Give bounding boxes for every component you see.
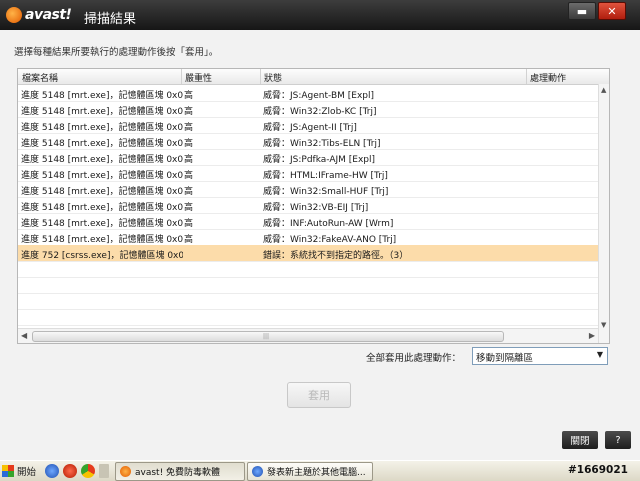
cell-status: 威脅：JS:Agent-II [Trj] <box>263 123 357 133</box>
avast-logo-text: avast! <box>25 7 72 23</box>
scroll-down-icon[interactable]: ▼ <box>601 321 606 329</box>
start-button[interactable]: 開始 <box>2 463 36 479</box>
avast-logo: avast! <box>6 7 72 23</box>
title-bar: avast! 掃描結果 ▬ ✕ <box>0 0 640 30</box>
avast-icon <box>120 466 131 477</box>
cell-status: 威脅：Win32:VB-EIJ [Trj] <box>263 203 369 213</box>
cell-severity: 高 <box>184 203 194 213</box>
cell-filename: 進度 5148 [mrt.exe]，記憶體區塊 0x00 <box>21 91 183 101</box>
cell-status: 威脅：JS:Pdfka-AJM [Expl] <box>263 155 376 165</box>
chevron-down-icon: ▼ <box>596 350 603 359</box>
cell-status: 威脅：Win32:Tibs-ELN [Trj] <box>263 139 381 149</box>
cell-severity: 高 <box>184 139 194 149</box>
scroll-left-icon[interactable]: ◀ <box>21 331 27 340</box>
help-button[interactable]: ? <box>605 431 631 449</box>
cell-filename: 進度 5148 [mrt.exe]，記憶體區塊 0x00 <box>21 203 183 213</box>
grip-icon: ||| <box>263 333 270 340</box>
cell-filename: 進度 752 [csrss.exe]，記憶體區塊 0x00 <box>21 251 183 261</box>
empty-row <box>18 277 598 294</box>
empty-row <box>18 293 598 310</box>
cell-filename: 進度 5148 [mrt.exe]，記憶體區塊 0x00 <box>21 155 183 165</box>
cell-status: 威脅：INF:AutoRun-AW [Wrm] <box>263 219 394 229</box>
scan-results-window: avast! 掃描結果 ▬ ✕ 選擇每種結果所要執行的處理動作後按「套用」。 檔… <box>0 0 640 460</box>
cell-filename: 進度 5148 [mrt.exe]，記憶體區塊 0x00 <box>21 123 183 133</box>
table-row[interactable]: 進度 5148 [mrt.exe]，記憶體區塊 0x00 高 威脅：INF:Auto… <box>18 213 598 230</box>
column-header-severity[interactable]: 嚴重性 <box>185 71 212 84</box>
horizontal-scroll-thumb[interactable]: ||| <box>32 331 504 342</box>
cell-severity: 高 <box>184 219 194 229</box>
table-row[interactable]: 進度 5148 [mrt.exe]，記憶體區塊 0x00 高 威脅：JS:Agent… <box>18 85 598 102</box>
windows-flag-icon <box>2 465 14 477</box>
table-header: 檔案名稱 嚴重性 狀態 處理動作 <box>18 69 609 85</box>
table-row[interactable]: 進度 5148 [mrt.exe]，記憶體區塊 0x00 高 威脅：Win32:Sm… <box>18 181 598 198</box>
quicklaunch-app-icon[interactable] <box>63 464 77 478</box>
avast-logo-icon <box>6 7 22 23</box>
taskbar-item-browser[interactable]: 發表新主題於其他電腦... <box>247 462 373 481</box>
taskbar-item-label: avast! 免費防毒軟體 <box>135 468 221 478</box>
table-row[interactable]: 進度 5148 [mrt.exe]，記憶體區塊 0x00 高 威脅：Win32:Ti… <box>18 133 598 150</box>
apply-all-label: 全部套用此處理動作： <box>366 353 462 364</box>
table-row[interactable]: 進度 5148 [mrt.exe]，記憶體區塊 0x00 高 威脅：Win32:Fa… <box>18 229 598 246</box>
scroll-right-icon[interactable]: ▶ <box>589 331 595 340</box>
horizontal-scrollbar[interactable]: ◀ ||| ▶ <box>18 328 598 343</box>
cell-filename: 進度 5148 [mrt.exe]，記憶體區塊 0x00 <box>21 235 183 245</box>
cell-severity: 高 <box>184 235 194 245</box>
table-row[interactable]: 進度 5148 [mrt.exe]，記憶體區塊 0x00 高 威脅：HTML:IFr… <box>18 165 598 182</box>
close-icon: ✕ <box>607 4 617 18</box>
taskbar: 開始 avast! 免費防毒軟體 發表新主題於其他電腦... #1669021 <box>0 460 640 481</box>
start-label: 開始 <box>17 467 37 478</box>
apply-all-action-value: 移動到隔離區 <box>476 353 534 364</box>
cell-status: 威脅：JS:Agent-BM [Expl] <box>263 91 375 101</box>
cell-severity: 高 <box>184 91 194 101</box>
table-row[interactable]: 進度 5148 [mrt.exe]，記憶體區塊 0x00 高 威脅：JS:Agent… <box>18 117 598 134</box>
close-window-button[interactable]: ✕ <box>598 2 626 20</box>
cell-severity: 高 <box>184 171 194 181</box>
cell-status: 威脅：Win32:Zlob-KC [Trj] <box>263 107 377 117</box>
cell-severity: 高 <box>184 187 194 197</box>
minimize-icon: ▬ <box>576 4 588 18</box>
cell-filename: 進度 5148 [mrt.exe]，記憶體區塊 0x00 <box>21 107 183 117</box>
close-button[interactable]: 關閉 <box>562 431 598 449</box>
column-header-filename[interactable]: 檔案名稱 <box>22 71 58 84</box>
cell-status: 威脅：HTML:IFrame-HW [Trj] <box>263 171 388 181</box>
browser-icon <box>252 466 263 477</box>
window-title: 掃描結果 <box>84 12 137 27</box>
taskbar-item-avast[interactable]: avast! 免費防毒軟體 <box>115 462 245 481</box>
cell-severity: 高 <box>184 123 194 133</box>
cell-status: 錯誤：系統找不到指定的路徑。（3） <box>263 251 409 261</box>
cell-filename: 進度 5148 [mrt.exe]，記憶體區塊 0x00 <box>21 187 183 197</box>
empty-row <box>18 261 598 278</box>
column-header-action[interactable]: 處理動作 <box>530 71 566 84</box>
results-table: 檔案名稱 嚴重性 狀態 處理動作 進度 5148 [mrt.exe]，記憶體區塊… <box>17 68 610 344</box>
cell-severity: 高 <box>184 155 194 165</box>
instruction-text: 選擇每種結果所要執行的處理動作後按「套用」。 <box>14 47 219 58</box>
table-row[interactable]: 進度 5148 [mrt.exe]，記憶體區塊 0x00 高 威脅：JS:Pdfka… <box>18 149 598 166</box>
table-row[interactable]: 進度 5148 [mrt.exe]，記憶體區塊 0x00 高 威脅：Win32:Zl… <box>18 101 598 118</box>
scroll-up-icon[interactable]: ▲ <box>601 86 606 94</box>
column-header-status[interactable]: 狀態 <box>264 71 282 84</box>
quicklaunch-expand-icon[interactable] <box>99 464 109 478</box>
quicklaunch-chrome-icon[interactable] <box>81 464 95 478</box>
cell-filename: 進度 5148 [mrt.exe]，記憶體區塊 0x00 <box>21 139 183 149</box>
vertical-scrollbar[interactable]: ▲ ▼ <box>598 84 609 343</box>
apply-button[interactable]: 套用 <box>287 382 351 408</box>
table-row[interactable]: 進度 5148 [mrt.exe]，記憶體區塊 0x00 高 威脅：Win32:VB… <box>18 197 598 214</box>
cell-filename: 進度 5148 [mrt.exe]，記憶體區塊 0x00 <box>21 171 183 181</box>
cell-status: 威脅：Win32:Small-HUF [Trj] <box>263 187 389 197</box>
cell-status: 威脅：Win32:FakeAV-ANO [Trj] <box>263 235 397 245</box>
table-row[interactable]: 進度 752 [csrss.exe]，記憶體區塊 0x00 錯誤：系統找不到指定的… <box>18 245 598 262</box>
tray-text: #1669021 <box>568 464 628 476</box>
cell-severity: 高 <box>184 107 194 117</box>
taskbar-item-label: 發表新主題於其他電腦... <box>267 468 366 478</box>
apply-all-action-select[interactable]: 移動到隔離區 ▼ <box>472 347 608 365</box>
cell-filename: 進度 5148 [mrt.exe]，記憶體區塊 0x00 <box>21 219 183 229</box>
quicklaunch-browser-icon[interactable] <box>45 464 59 478</box>
empty-row <box>18 309 598 326</box>
minimize-button[interactable]: ▬ <box>568 2 596 20</box>
